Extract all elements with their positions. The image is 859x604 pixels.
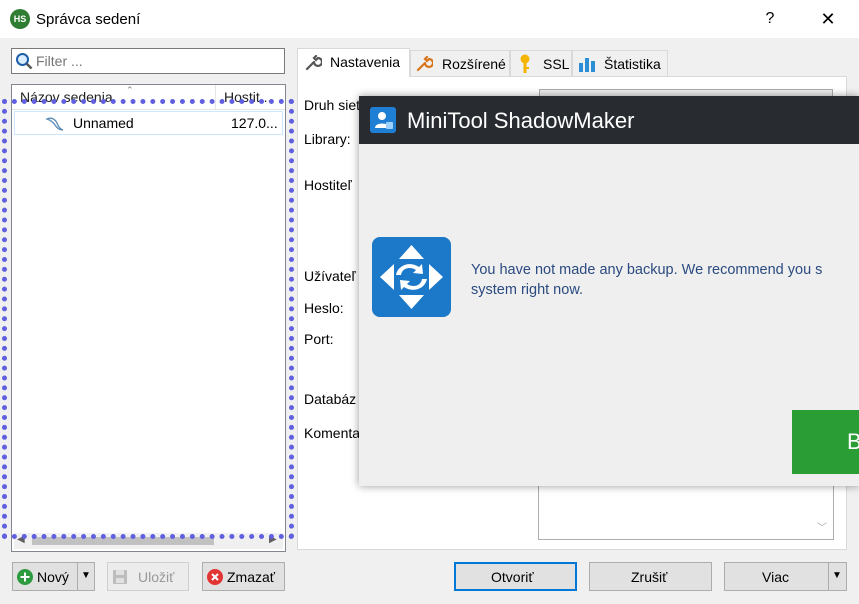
host-label: Hostiteľ xyxy=(304,177,352,193)
open-button-label: Otvoriť xyxy=(491,569,534,585)
more-button[interactable]: Viac ▼ xyxy=(724,562,847,591)
split-divider xyxy=(828,563,829,590)
tab-settings-label: Nastavenia xyxy=(330,54,401,70)
search-icon xyxy=(16,53,33,70)
save-button[interactable]: Uložiť xyxy=(107,562,189,591)
backup-sync-icon xyxy=(372,237,451,317)
title-bar: HS Správca sedení ? ✕ xyxy=(0,0,859,38)
delete-button[interactable]: Zmazať xyxy=(202,562,285,591)
minitool-popup: MiniTool ShadowMaker You have not made a… xyxy=(359,96,859,486)
open-button[interactable]: Otvoriť xyxy=(454,562,577,591)
popup-backup-button-label: B xyxy=(847,429,859,454)
save-button-label: Uložiť xyxy=(138,569,175,585)
scroll-down-arrow-icon[interactable]: ﹀ xyxy=(817,519,827,534)
user-label: Užívateľ xyxy=(304,268,356,284)
wrench-orange-icon xyxy=(416,55,433,72)
selection-highlight-frame xyxy=(2,99,294,539)
help-button[interactable]: ? xyxy=(752,6,788,32)
popup-title: MiniTool ShadowMaker xyxy=(407,108,635,133)
tab-ssl-label: SSL xyxy=(543,56,570,72)
cancel-button-label: Zrušiť xyxy=(631,569,668,585)
tab-advanced[interactable]: Rozšírené xyxy=(410,50,510,76)
popup-message-line1: You have not made any backup. We recomme… xyxy=(471,262,823,278)
bar-chart-icon xyxy=(579,58,595,72)
comment-label: Komenta xyxy=(304,425,361,441)
add-icon xyxy=(17,569,33,585)
database-label: Databáz xyxy=(304,391,357,407)
floppy-disk-icon xyxy=(113,570,127,584)
new-button-label: Nový xyxy=(37,569,69,585)
popup-backup-button[interactable]: B xyxy=(792,410,859,474)
new-dropdown-arrow-icon[interactable]: ▼ xyxy=(81,570,91,581)
password-label: Heslo: xyxy=(304,300,344,316)
tab-settings[interactable]: Nastavenia xyxy=(297,48,410,77)
close-button[interactable]: ✕ xyxy=(808,6,848,32)
filter-input[interactable] xyxy=(36,49,276,73)
more-dropdown-arrow-icon[interactable]: ▼ xyxy=(832,570,842,581)
tab-advanced-label: Rozšírené xyxy=(442,56,506,72)
more-button-label: Viac xyxy=(762,569,789,585)
filter-box[interactable] xyxy=(11,48,285,74)
split-divider xyxy=(77,563,78,590)
new-button[interactable]: Nový ▼ xyxy=(12,562,95,591)
wrench-icon xyxy=(305,54,322,71)
delete-icon xyxy=(207,569,223,585)
tab-ssl[interactable]: SSL xyxy=(510,50,572,76)
network-type-label: Druh siet xyxy=(304,97,361,113)
app-icon: HS xyxy=(10,9,30,29)
key-icon xyxy=(520,54,530,73)
popup-message-line2: system right now. xyxy=(471,282,584,298)
tab-statistics[interactable]: Štatistika xyxy=(572,50,668,76)
sort-indicator-icon: ⌃ xyxy=(126,85,134,95)
delete-button-label: Zmazať xyxy=(227,569,276,585)
tab-statistics-label: Štatistika xyxy=(604,56,661,72)
popup-message: You have not made any backup. We recomme… xyxy=(471,260,859,300)
port-label: Port: xyxy=(304,331,334,347)
shadowmaker-logo-icon xyxy=(370,107,396,133)
cancel-button[interactable]: Zrušiť xyxy=(589,562,712,591)
window-title: Správca sedení xyxy=(36,11,141,28)
library-label: Library: xyxy=(304,131,351,147)
popup-title-bar: MiniTool ShadowMaker xyxy=(359,96,859,144)
